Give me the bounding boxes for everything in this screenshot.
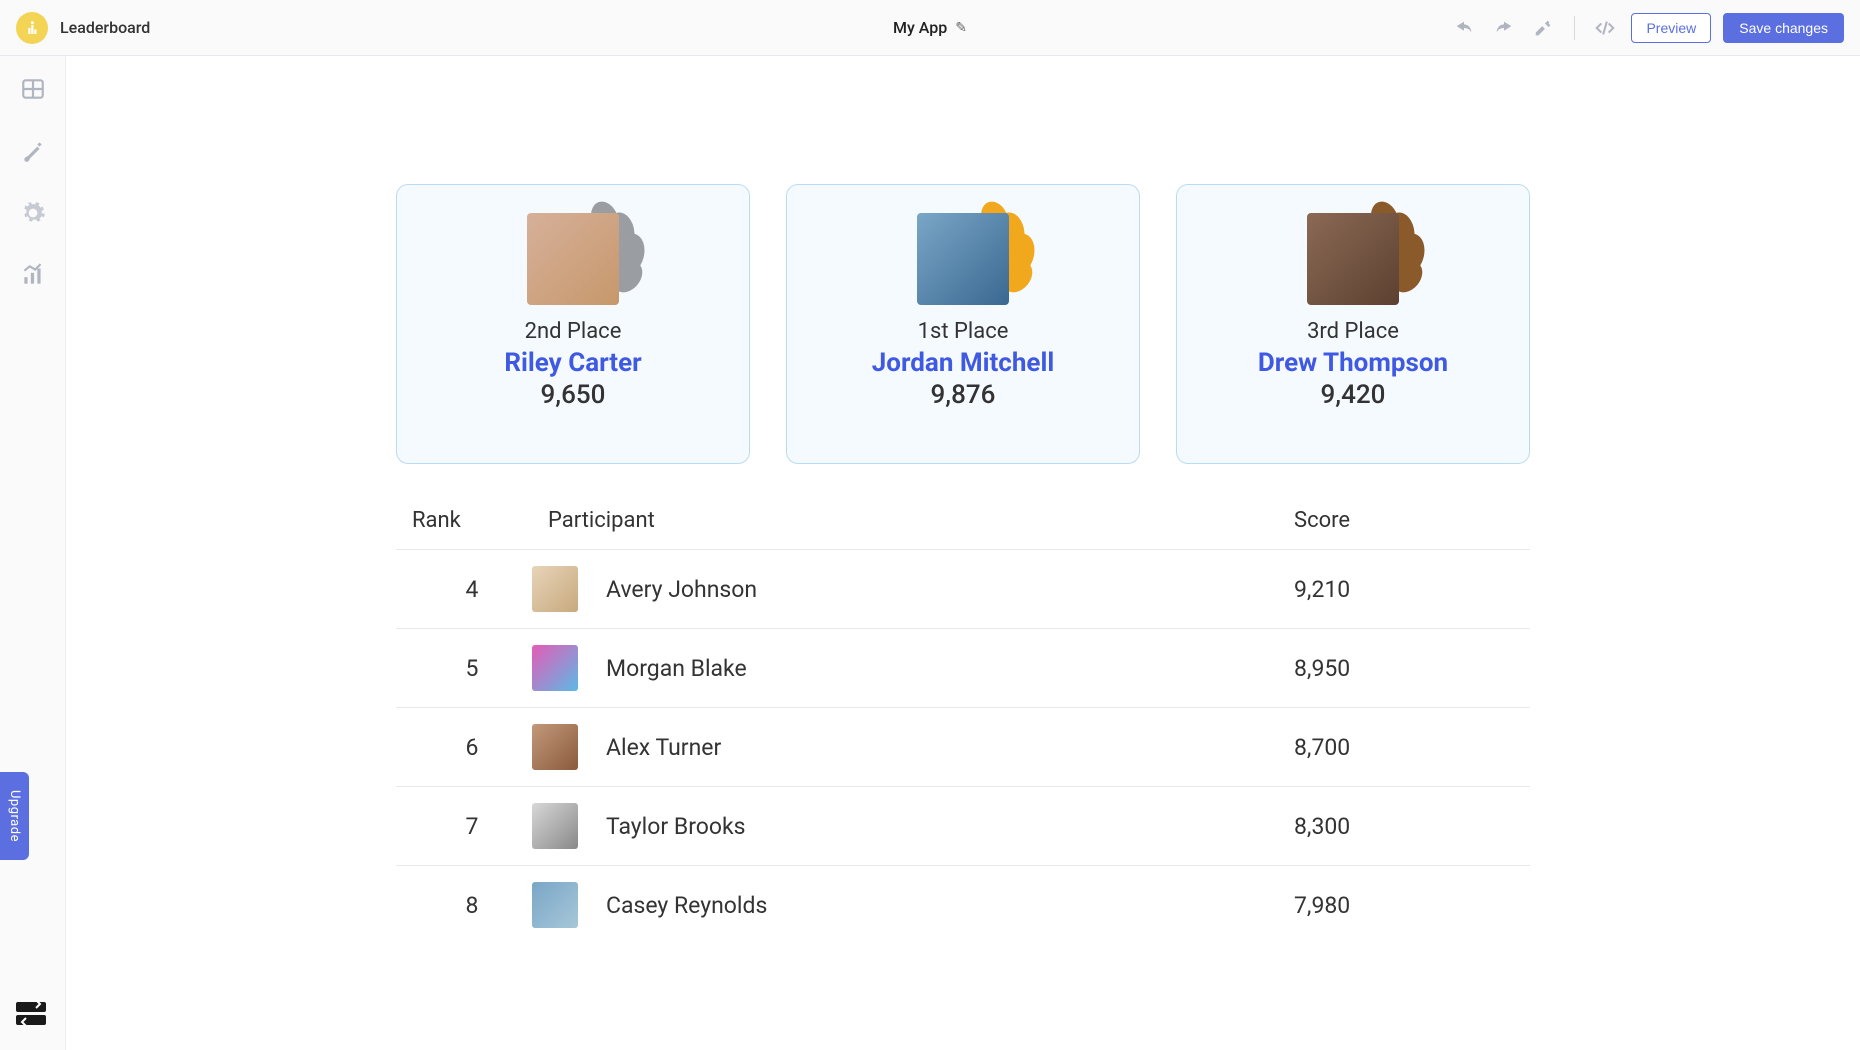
avatar [532,566,578,612]
rank-cell: 4 [412,576,532,603]
avatar [532,724,578,770]
header-rank: Rank [412,508,532,533]
header-score: Score [1294,508,1514,533]
app-icon [16,12,48,44]
redo-icon[interactable] [1490,14,1518,42]
participant-name: Morgan Blake [606,655,747,682]
participant-name: Alex Turner [606,734,721,761]
code-icon[interactable] [1591,14,1619,42]
save-button[interactable]: Save changes [1723,13,1844,43]
podium-card-3rd[interactable]: 3rd Place Drew Thompson 9,420 [1176,184,1530,464]
participant-name: Casey Reynolds [606,892,767,919]
upgrade-button[interactable]: Upgrade [0,772,29,860]
gear-icon[interactable] [20,200,46,226]
table-row[interactable]: 6 Alex Turner 8,700 [396,707,1530,786]
table-row[interactable]: 4 Avery Johnson 9,210 [396,549,1530,628]
header-participant: Participant [532,508,1294,533]
winner-score: 9,876 [931,380,996,410]
hammer-icon[interactable] [1530,14,1558,42]
avatar [1307,213,1399,305]
brand-logo-icon[interactable] [14,998,48,1028]
undo-icon[interactable] [1450,14,1478,42]
analytics-icon[interactable] [20,262,46,288]
winner-name: Riley Carter [504,348,641,378]
rank-cell: 8 [412,892,532,919]
avatar [532,645,578,691]
score-cell: 8,300 [1294,813,1514,840]
pencil-icon: ✎ [955,20,967,36]
grid-icon[interactable] [20,76,46,102]
rank-cell: 7 [412,813,532,840]
podium-card-2nd[interactable]: 2nd Place Riley Carter 9,650 [396,184,750,464]
table-row[interactable]: 7 Taylor Brooks 8,300 [396,786,1530,865]
table-row[interactable]: 5 Morgan Blake 8,950 [396,628,1530,707]
table-row[interactable]: 8 Casey Reynolds 7,980 [396,865,1530,944]
canvas[interactable]: 2nd Place Riley Carter 9,650 1st Place J… [66,56,1860,1050]
score-cell: 9,210 [1294,576,1514,603]
table-header: Rank Participant Score [396,508,1530,549]
winner-score: 9,420 [1321,380,1386,410]
place-label: 2nd Place [525,319,622,344]
avatar [917,213,1009,305]
avatar [532,803,578,849]
rank-cell: 6 [412,734,532,761]
page-title: Leaderboard [60,18,150,37]
app-name-label: My App [893,18,947,37]
podium-card-1st[interactable]: 1st Place Jordan Mitchell 9,876 [786,184,1140,464]
score-cell: 8,950 [1294,655,1514,682]
rank-cell: 5 [412,655,532,682]
participant-name: Taylor Brooks [606,813,746,840]
preview-button[interactable]: Preview [1631,13,1711,43]
winner-score: 9,650 [541,380,606,410]
divider [1574,16,1575,40]
place-label: 3rd Place [1307,319,1399,344]
winner-name: Drew Thompson [1258,348,1448,378]
place-label: 1st Place [918,319,1009,344]
avatar [527,213,619,305]
brush-icon[interactable] [20,138,46,164]
score-cell: 8,700 [1294,734,1514,761]
app-name-editable[interactable]: My App ✎ [893,18,967,37]
participant-name: Avery Johnson [606,576,757,603]
score-cell: 7,980 [1294,892,1514,919]
avatar [532,882,578,928]
winner-name: Jordan Mitchell [872,348,1054,378]
